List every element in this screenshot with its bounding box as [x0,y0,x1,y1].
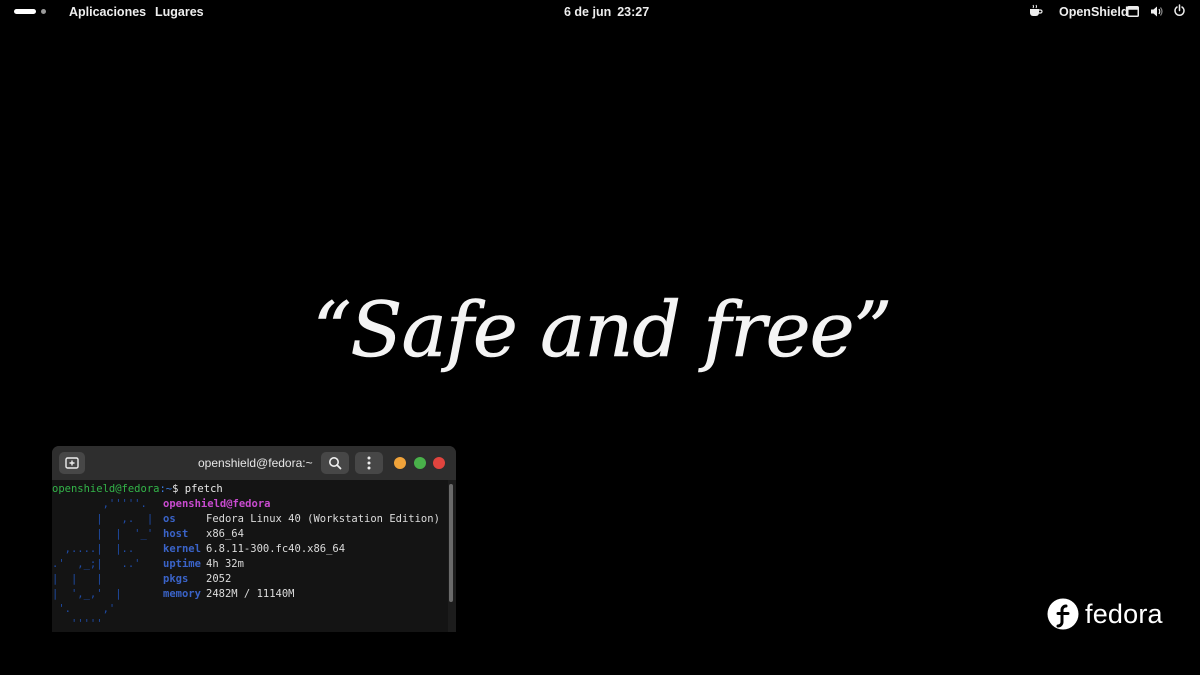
applications-menu[interactable]: Aplicaciones [69,5,146,19]
fetch-value-os: Fedora Linux 40 (Workstation Edition) [206,513,440,525]
terminal-window[interactable]: openshield@fedora:~ openshield@fedora:~$… [52,446,456,632]
ascii-art-line: | ,. | [52,513,154,525]
ascii-art-line: ,'''''. [52,498,147,510]
fetch-value-pkgs: 2052 [206,573,232,585]
network-icon[interactable] [1127,6,1139,20]
workspace-active-pill[interactable] [14,9,36,14]
fetch-label-kernel: kernel [163,543,201,555]
ascii-art-line: .' ,_;| ..' [52,558,141,570]
fetch-label-host: host [163,528,189,540]
fetch-label-pkgs: pkgs [163,573,189,585]
places-menu[interactable]: Lugares [155,5,204,19]
fetch-header: openshield@fedora [163,498,271,510]
terminal-title: openshield@fedora:~ [198,456,313,470]
ascii-art-line: ''''' [52,618,103,630]
top-bar: Aplicaciones Lugares 6 de jun 23:27 OpenS… [0,0,1200,24]
command-text: pfetch [184,483,223,495]
menu-button[interactable] [355,452,383,474]
ascii-art-line: ,....| |.. [52,543,135,555]
ascii-art-line: '. ,' [52,603,116,615]
clock[interactable]: 6 de jun 23:27 [564,5,649,19]
volume-icon[interactable] [1150,5,1163,21]
fedora-logo: fedora [1047,598,1163,630]
clock-date: 6 de jun [564,5,612,19]
fedora-infinity-icon [1047,598,1079,630]
fetch-label-os: os [163,513,176,525]
coffee-icon[interactable] [1029,4,1043,21]
workspace-dot[interactable] [41,9,46,14]
maximize-button[interactable] [414,457,426,469]
user-menu[interactable]: OpenShield [1059,5,1128,19]
fetch-value-kernel: 6.8.11-300.fc40.x86_64 [206,543,346,555]
kebab-menu-icon [367,456,371,470]
power-icon[interactable] [1173,4,1186,20]
clock-time: 23:27 [617,5,650,19]
wallpaper-quote-text: “Safe and free” [313,285,892,374]
ascii-art-line: | | '_' [52,528,154,540]
workspace-indicator[interactable] [14,9,46,14]
ascii-art-line: | | | [52,573,103,585]
ascii-art-line: | ',_,' | [52,588,122,600]
wallpaper-quote: “Safe and free” [285,258,920,408]
prompt-path: :~ [159,483,173,495]
search-icon [329,457,342,470]
new-tab-button[interactable] [59,452,85,474]
fetch-value-memory: 2482M / 11140M [206,588,295,600]
search-button[interactable] [321,452,349,474]
terminal-output[interactable]: openshield@fedora:~$ pfetch ,'''''. | ,.… [52,480,448,632]
fetch-label-memory: memory [163,588,201,600]
prompt-user-host: openshield@fedora [52,483,160,495]
fetch-label-uptime: uptime [163,558,201,570]
fedora-wordmark: fedora [1085,598,1163,629]
terminal-headerbar[interactable]: openshield@fedora:~ [52,446,456,480]
prompt-symbol: $ [172,483,179,495]
terminal-scrollbar[interactable] [449,484,453,602]
close-button[interactable] [433,457,445,469]
fetch-value-uptime: 4h 32m [206,558,244,570]
minimize-button[interactable] [394,457,406,469]
new-tab-icon [65,457,79,469]
fetch-value-host: x86_64 [206,528,244,540]
command-line: openshield@fedora:~$ pfetch [52,482,223,497]
